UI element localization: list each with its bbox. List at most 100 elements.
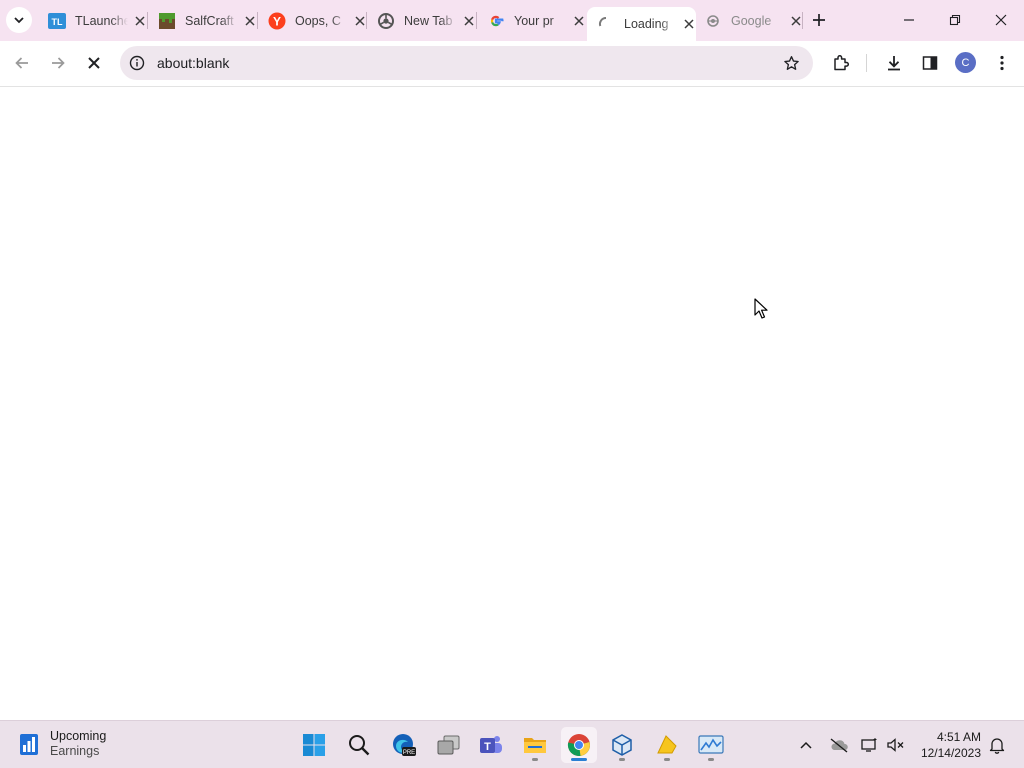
kebab-menu-icon [1000,55,1004,71]
taskbar-search-button[interactable] [341,727,377,763]
restore-button[interactable] [932,0,978,40]
yellow-app[interactable] [649,727,685,763]
teams-icon: T [480,736,502,753]
chevron-down-icon [14,17,24,24]
bookmark-star-icon[interactable] [781,53,801,73]
new-tab-button[interactable] [808,9,830,31]
svg-text:Y: Y [273,14,281,28]
tab-tlauncher[interactable]: TL TLauncher [38,0,147,41]
arrow-left-icon [15,57,28,69]
google-icon [487,12,505,30]
tab-separator [802,12,803,29]
minimize-icon [904,19,914,21]
tab-title: New Tab [404,13,453,28]
running-indicator [708,758,714,761]
onedrive-tray[interactable] [827,733,851,757]
close-icon[interactable] [132,13,147,29]
loading-spinner-icon [597,15,615,33]
tab-strip: TL TLauncher SalfCraft Y Oops, C New Tab [0,0,1024,41]
tab-title: Your pr [514,13,554,28]
arrow-right-icon [52,57,65,69]
side-panel-button[interactable] [917,50,943,76]
tab-your-pr[interactable]: Your pr [477,0,586,41]
forward-button[interactable] [45,50,71,76]
virtualbox-icon [612,734,632,756]
profile-avatar[interactable]: C [955,52,976,73]
svg-text:T: T [484,741,491,753]
downloads-button[interactable] [881,50,907,76]
tab-loading-active[interactable]: Loading [587,7,696,41]
virtualbox-app[interactable] [604,727,640,763]
search-icon [349,735,370,756]
running-indicator [619,758,625,761]
close-icon [995,14,1007,26]
show-hidden-icons-button[interactable] [794,733,818,757]
info-icon[interactable] [128,54,146,72]
chevron-up-icon [800,741,812,749]
running-indicator [532,758,538,761]
close-icon[interactable] [788,13,803,29]
address-bar[interactable]: about:blank [120,46,813,80]
file-explorer-icon [524,738,546,753]
browser-toolbar: about:blank C [0,41,1024,87]
download-icon [888,56,900,71]
toolbar-divider [866,54,867,72]
svg-text:TL: TL [52,17,63,27]
start-button[interactable] [296,727,332,763]
edge-dev-app[interactable]: PRE [386,727,422,763]
close-icon[interactable] [352,13,367,29]
svg-text:PRE: PRE [403,750,415,756]
widgets-button[interactable]: Upcoming Earnings [16,729,106,759]
chrome-icon [377,12,395,30]
widget-title: Upcoming [50,729,107,743]
clock-time: 4:51 AM [936,730,981,744]
tab-title: Oops, C [295,13,341,28]
page-content-blank[interactable] [0,87,1024,720]
network-monitor-icon [861,738,877,752]
tab-title: TLauncher [75,13,129,28]
loading-globe-icon [704,12,722,30]
tab-title: SalfCraft [185,13,234,28]
stock-app[interactable] [693,727,729,763]
taskbar: Upcoming Earnings PRE T 4:51 AM 12/14/20… [0,720,1024,768]
close-icon[interactable] [242,13,257,29]
network-tray[interactable] [858,733,882,757]
tab-salfcraft[interactable]: SalfCraft [148,0,257,41]
task-view-button[interactable] [430,727,466,763]
restore-icon [949,14,961,26]
plus-icon [813,14,825,26]
tab-google[interactable]: Google [694,0,803,41]
puzzle-piece-icon [834,54,850,71]
bell-icon [989,738,1005,754]
running-indicator [664,758,670,761]
side-panel-icon [922,56,938,70]
extensions-button[interactable] [828,50,854,76]
close-window-button[interactable] [978,0,1024,40]
close-icon[interactable] [571,13,586,29]
system-clock[interactable]: 4:51 AM 12/14/2023 [914,729,981,761]
minimize-button[interactable] [886,0,932,40]
close-icon[interactable] [461,13,476,29]
cloud-offline-icon [830,738,848,753]
menu-button[interactable] [989,50,1015,76]
tab-new-tab[interactable]: New Tab [367,0,476,41]
url-text[interactable]: about:blank [157,55,229,71]
stop-loading-button[interactable] [81,50,107,76]
close-icon [88,57,100,69]
widget-subtitle: Earnings [50,744,100,758]
minecraft-block-icon [158,12,176,30]
tab-search-button[interactable] [6,7,32,33]
back-button[interactable] [9,50,35,76]
mouse-cursor-icon [754,298,768,319]
volume-tray[interactable] [884,733,908,757]
teams-app[interactable]: T [473,727,509,763]
chrome-app-active[interactable] [561,727,597,763]
tab-title: Google [731,13,772,28]
stock-app-icon [698,735,724,754]
tlauncher-icon: TL [48,12,66,30]
clock-date: 12/14/2023 [920,746,981,760]
yandex-icon: Y [268,12,286,30]
file-explorer-app[interactable] [517,727,553,763]
tab-oops[interactable]: Y Oops, C [258,0,367,41]
notifications-button[interactable] [985,733,1009,757]
